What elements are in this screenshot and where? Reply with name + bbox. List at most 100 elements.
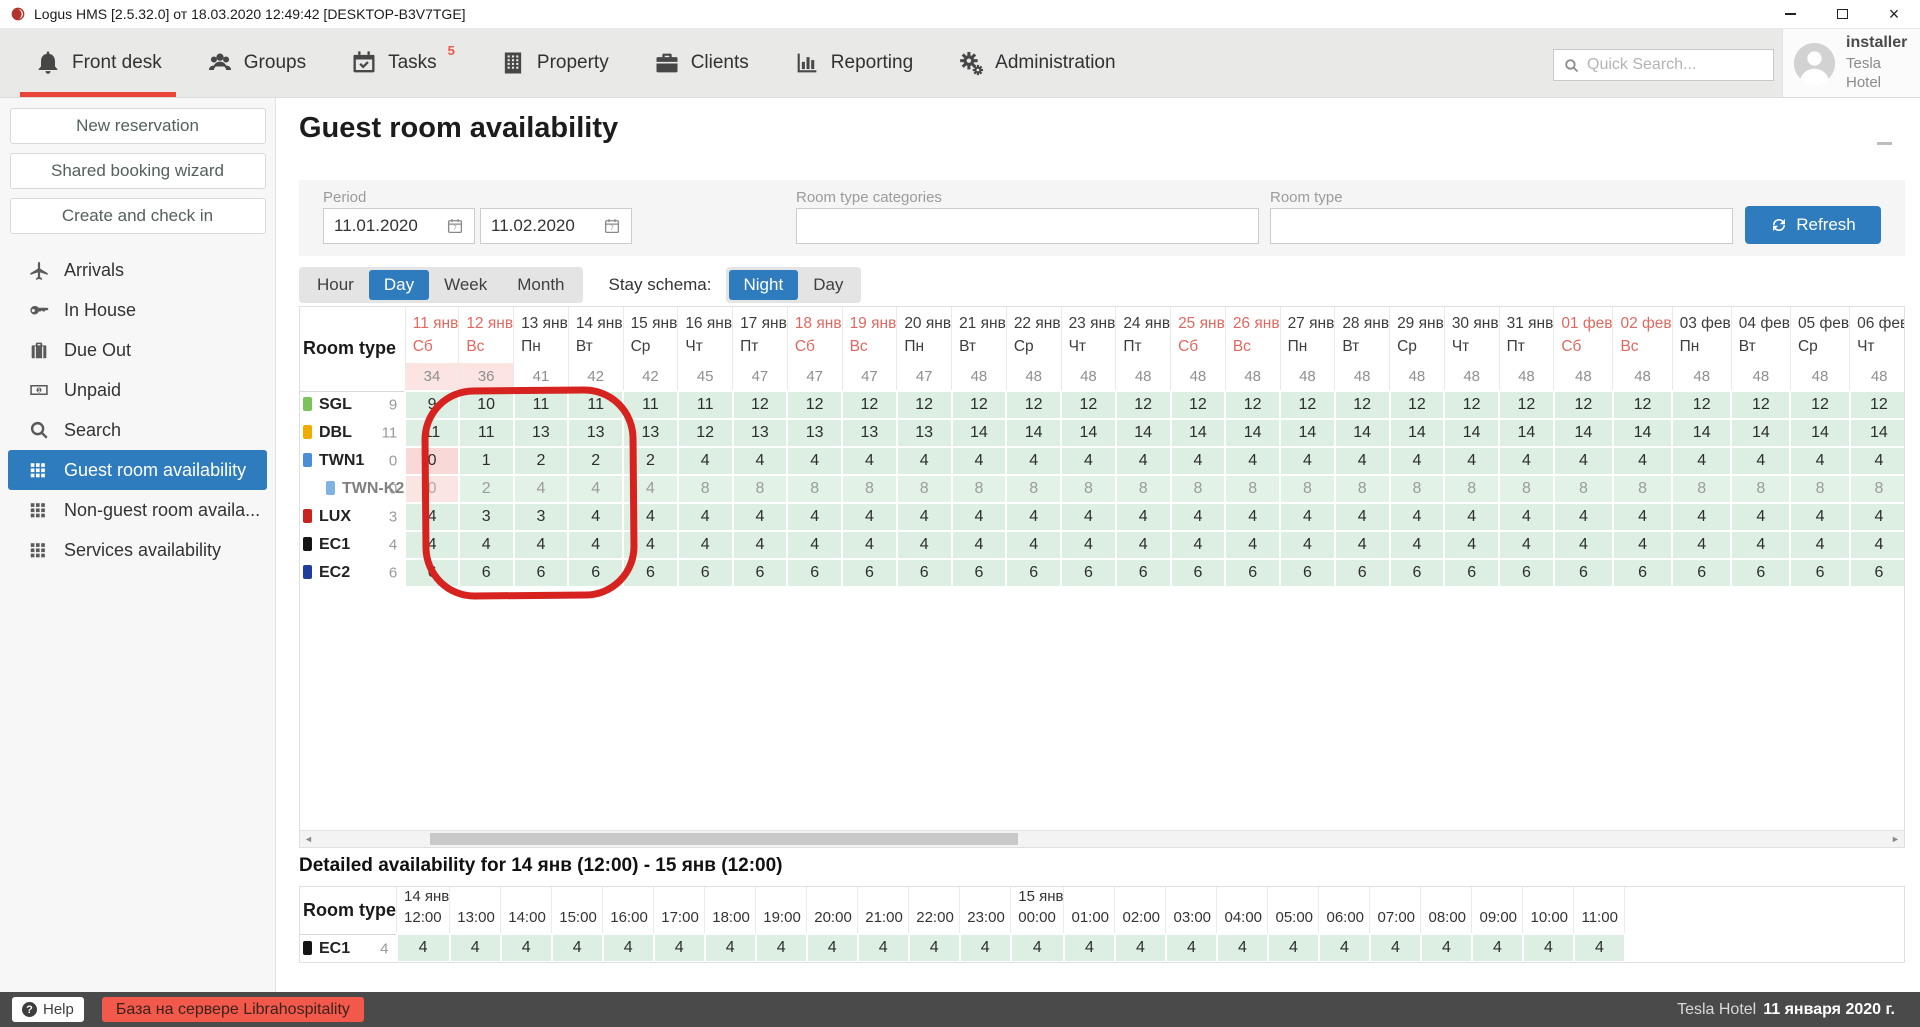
availability-cell[interactable]: 14	[1671, 418, 1733, 448]
availability-cell[interactable]: 14	[1730, 418, 1792, 448]
shared-booking-wizard-button[interactable]: Shared booking wizard	[9, 153, 266, 189]
hourly-availability-cell[interactable]: 4	[1266, 933, 1320, 962]
scroll-right-icon[interactable]: ►	[1887, 831, 1904, 847]
quick-search-box[interactable]	[1553, 49, 1774, 81]
availability-cell[interactable]: 6	[1789, 558, 1851, 588]
availability-cell[interactable]: 4	[1498, 446, 1555, 476]
availability-cell[interactable]: 2	[512, 446, 570, 476]
availability-cell[interactable]: 12	[895, 390, 953, 420]
availability-cell[interactable]: 12	[731, 390, 789, 420]
availability-cell[interactable]: 6	[1443, 558, 1501, 588]
availability-cell[interactable]: 4	[895, 502, 953, 532]
scroll-left-icon[interactable]: ◄	[300, 831, 317, 847]
availability-cell[interactable]: 4	[1333, 530, 1391, 560]
availability-cell[interactable]: 4	[1443, 502, 1501, 532]
availability-cell[interactable]: 8	[1671, 474, 1733, 504]
availability-cell[interactable]: 6	[1848, 558, 1904, 588]
availability-cell[interactable]: 13	[731, 418, 789, 448]
availability-cell[interactable]: 4	[1279, 446, 1336, 476]
availability-cell[interactable]: 14	[1848, 418, 1904, 448]
schema-tab-night[interactable]: Night	[728, 270, 799, 300]
availability-cell[interactable]: 4	[622, 530, 679, 560]
availability-cell[interactable]: 8	[1114, 474, 1172, 504]
availability-cell[interactable]: 4	[1279, 502, 1336, 532]
hourly-availability-cell[interactable]: 4	[499, 933, 553, 962]
availability-cell[interactable]: 12	[1611, 390, 1674, 420]
availability-cell[interactable]: 4	[1671, 530, 1733, 560]
hourly-availability-cell[interactable]: 4	[1368, 933, 1422, 962]
availability-cell[interactable]: 6	[841, 558, 898, 588]
availability-cell[interactable]: 4	[895, 530, 953, 560]
availability-cell[interactable]: 6	[1224, 558, 1282, 588]
sidebar-item-arrivals[interactable]: Arrivals	[0, 250, 275, 290]
nav-item-groups[interactable]: Groups	[206, 29, 306, 97]
availability-cell[interactable]: 4	[1279, 530, 1336, 560]
availability-cell[interactable]: 4	[1789, 446, 1851, 476]
availability-cell[interactable]: 4	[1611, 502, 1674, 532]
availability-cell[interactable]: 8	[1498, 474, 1555, 504]
availability-cell[interactable]: 12	[1388, 390, 1446, 420]
availability-cell[interactable]: 6	[1730, 558, 1792, 588]
maximize-button[interactable]	[1816, 0, 1868, 28]
availability-cell[interactable]: 6	[1279, 558, 1336, 588]
period-to-field[interactable]: 7	[480, 208, 632, 244]
availability-cell[interactable]: 2	[622, 446, 679, 476]
room-type-field[interactable]	[1270, 208, 1733, 244]
availability-cell[interactable]: 0	[404, 474, 460, 504]
availability-cell[interactable]: 13	[622, 418, 679, 448]
availability-cell[interactable]: 4	[676, 530, 734, 560]
availability-cell[interactable]: 4	[404, 502, 460, 532]
availability-cell[interactable]: 8	[1789, 474, 1851, 504]
availability-cell[interactable]: 12	[841, 390, 898, 420]
availability-cell[interactable]: 8	[1443, 474, 1501, 504]
availability-cell[interactable]: 6	[1498, 558, 1555, 588]
hourly-availability-cell[interactable]: 4	[1317, 933, 1371, 962]
availability-cell[interactable]: 6	[895, 558, 953, 588]
availability-cell[interactable]: 1	[457, 446, 515, 476]
availability-cell[interactable]: 8	[1060, 474, 1117, 504]
hourly-availability-cell[interactable]: 4	[958, 933, 1012, 962]
availability-cell[interactable]: 12	[1671, 390, 1733, 420]
availability-cell[interactable]: 14	[1552, 418, 1614, 448]
availability-cell[interactable]: 4	[950, 530, 1008, 560]
availability-cell[interactable]: 11	[457, 418, 515, 448]
availability-cell[interactable]: 4	[731, 446, 789, 476]
availability-cell[interactable]: 9	[404, 390, 460, 420]
hourly-availability-cell[interactable]: 4	[1009, 933, 1065, 962]
availability-cell[interactable]: 4	[1169, 502, 1227, 532]
availability-cell[interactable]: 4	[1060, 446, 1117, 476]
availability-cell[interactable]: 11	[676, 390, 734, 420]
availability-cell[interactable]: 13	[895, 418, 953, 448]
availability-cell[interactable]: 14	[1789, 418, 1851, 448]
availability-cell[interactable]: 3	[457, 502, 515, 532]
availability-cell[interactable]: 6	[1060, 558, 1117, 588]
availability-cell[interactable]: 6	[1169, 558, 1227, 588]
hourly-availability-cell[interactable]: 4	[550, 933, 604, 962]
hourly-availability-cell[interactable]: 4	[1164, 933, 1218, 962]
availability-cell[interactable]: 12	[1730, 390, 1792, 420]
availability-cell[interactable]: 12	[1848, 390, 1904, 420]
availability-cell[interactable]: 8	[1333, 474, 1391, 504]
availability-cell[interactable]: 8	[950, 474, 1008, 504]
hourly-availability-cell[interactable]: 4	[1470, 933, 1524, 962]
availability-cell[interactable]: 12	[786, 390, 844, 420]
schema-tab-day[interactable]: Day	[798, 270, 858, 300]
scrollbar-thumb[interactable]	[430, 833, 1018, 845]
quick-search-input[interactable]	[1587, 56, 1764, 74]
availability-cell[interactable]: 4	[622, 474, 679, 504]
availability-cell[interactable]: 11	[512, 390, 570, 420]
nav-item-tasks[interactable]: Tasks 5	[350, 29, 455, 97]
sidebar-item-guest-room-availability[interactable]: Guest room availability	[8, 450, 267, 490]
availability-cell[interactable]: 12	[1005, 390, 1063, 420]
availability-cell[interactable]: 4	[895, 446, 953, 476]
availability-cell[interactable]: 8	[895, 474, 953, 504]
availability-cell[interactable]: 8	[1224, 474, 1282, 504]
availability-cell[interactable]: 4	[676, 446, 734, 476]
availability-cell[interactable]: 8	[1169, 474, 1227, 504]
collapse-handle-icon[interactable]	[1877, 142, 1892, 145]
availability-cell[interactable]: 4	[1169, 446, 1227, 476]
calendar-icon[interactable]: 7	[603, 217, 621, 235]
user-panel[interactable]: installer Tesla Hotel	[1782, 29, 1920, 97]
server-database-button[interactable]: База на сервере Librahospitality	[101, 997, 364, 1022]
availability-cell[interactable]: 14	[1060, 418, 1117, 448]
